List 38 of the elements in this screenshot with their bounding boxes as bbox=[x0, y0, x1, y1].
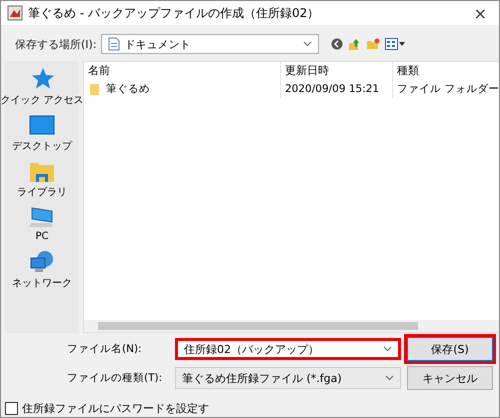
location-label: 保存する場所(I): bbox=[15, 36, 97, 52]
chevron-down-icon bbox=[302, 41, 312, 47]
filetype-label: ファイルの種類(T): bbox=[67, 371, 164, 385]
file-name[interactable]: 筆ぐるめ bbox=[106, 82, 150, 96]
chevron-down-icon bbox=[385, 375, 394, 381]
chevron-down-icon bbox=[383, 346, 392, 352]
places-item[interactable]: デスクトップ bbox=[12, 115, 72, 153]
computer-icon bbox=[29, 207, 55, 229]
column-header[interactable]: 種類 bbox=[392, 62, 499, 80]
filetype-dropdown[interactable]: 筆ぐるめ住所録ファイル (*.fga) bbox=[175, 367, 401, 389]
filename-label: ファイル名(N): bbox=[67, 342, 143, 356]
location-dropdown[interactable]: ドキュメント bbox=[100, 34, 319, 54]
network-icon bbox=[29, 250, 55, 274]
filename-field[interactable]: 住所録02（バックアップ） bbox=[175, 338, 401, 360]
close-button[interactable]: × bbox=[468, 4, 493, 22]
save-button[interactable]: 保存(S) bbox=[407, 337, 493, 361]
library-folder-icon bbox=[29, 161, 55, 183]
column-header[interactable]: 名前 bbox=[84, 62, 280, 80]
places-item[interactable]: クイック アクセス bbox=[1, 67, 84, 107]
app-icon bbox=[7, 5, 23, 21]
folder-up-icon[interactable] bbox=[348, 38, 361, 50]
password-checkbox[interactable] bbox=[5, 402, 18, 415]
column-header[interactable]: 更新日時 bbox=[280, 62, 392, 80]
view-menu-icon[interactable] bbox=[384, 38, 405, 50]
horizontal-scrollbar[interactable] bbox=[84, 320, 499, 332]
folder-icon bbox=[90, 83, 100, 95]
file-type: ファイル フォルダー bbox=[392, 80, 499, 98]
places-item[interactable]: ライブラリ bbox=[17, 161, 67, 199]
new-folder-icon[interactable] bbox=[366, 38, 380, 50]
document-icon bbox=[108, 37, 120, 51]
places-item[interactable]: PC bbox=[29, 207, 55, 242]
back-icon[interactable] bbox=[330, 38, 343, 50]
password-label: 住所録ファイルにパスワードを設定す bbox=[22, 401, 209, 416]
window-title: 筆ぐるめ - バックアップファイルの作成（住所録02） bbox=[28, 4, 320, 22]
cancel-button[interactable]: キャンセル bbox=[407, 366, 493, 390]
modified-date: 2020/09/09 15:21 bbox=[280, 80, 392, 98]
desktop-icon bbox=[29, 115, 55, 137]
places-item[interactable]: ネットワーク bbox=[12, 250, 72, 290]
